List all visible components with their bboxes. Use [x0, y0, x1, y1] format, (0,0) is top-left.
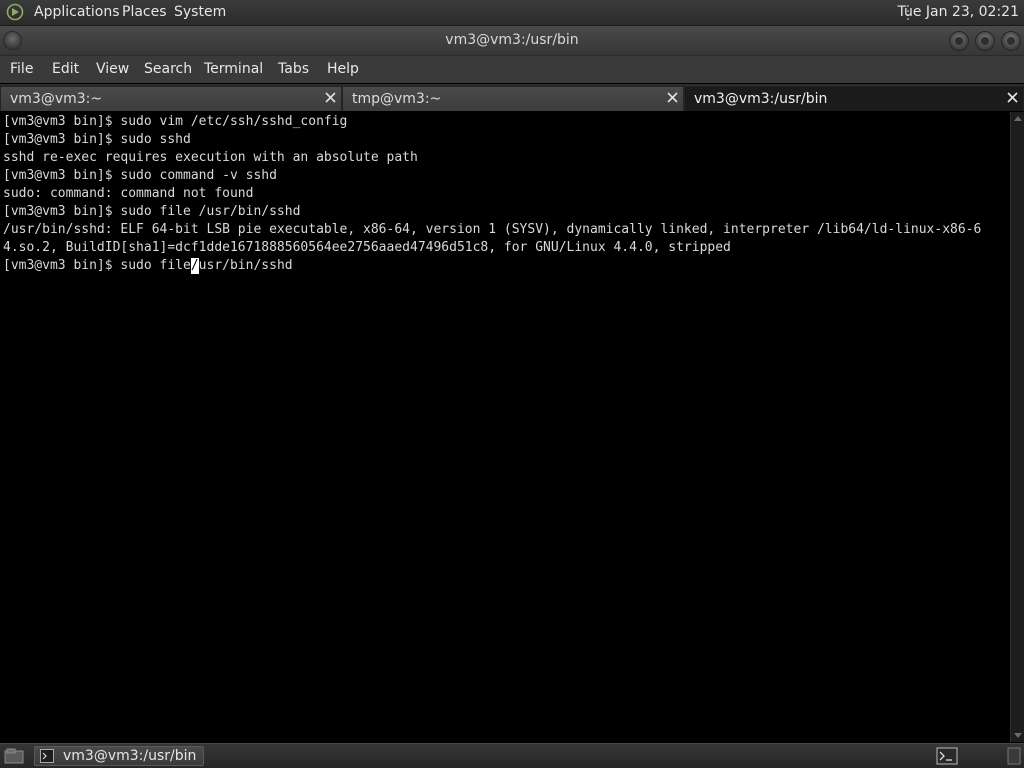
distro-logo-icon[interactable]: [6, 3, 26, 21]
terminal-output[interactable]: [vm3@vm3 bin]$ sudo vim /etc/ssh/sshd_co…: [0, 112, 1010, 742]
desktop-screen: Applications Places System Tue Jan 23, 0…: [0, 0, 1024, 768]
applications-menu[interactable]: Applications: [34, 4, 120, 21]
current-command-line: [vm3@vm3 bin]$ sudo file/usr/bin/sshd: [3, 257, 293, 275]
current-command-rest: usr/bin/sshd: [198, 258, 293, 273]
show-desktop-icon[interactable]: [4, 748, 24, 764]
window-title: vm3@vm3:/usr/bin: [445, 32, 579, 48]
taskbar-window-label: vm3@vm3:/usr/bin: [63, 748, 197, 764]
menu-edit[interactable]: Edit: [52, 61, 79, 78]
close-window-icon[interactable]: [1001, 31, 1021, 51]
bottom-panel: vm3@vm3:/usr/bin: [0, 743, 1024, 768]
terminal-line: sshd re-exec requires execution with an …: [3, 150, 418, 165]
terminal-line: [vm3@vm3 bin]$ sudo sshd: [3, 132, 191, 147]
tab-label: vm3@vm3:~: [10, 91, 103, 107]
menu-tabs[interactable]: Tabs: [278, 61, 309, 78]
tab-vm3-home[interactable]: vm3@vm3:~: [0, 86, 342, 111]
tab-tmp-home[interactable]: tmp@vm3:~: [342, 86, 684, 111]
close-icon[interactable]: [666, 91, 679, 104]
menu-terminal[interactable]: Terminal: [204, 61, 263, 78]
menu-file[interactable]: File: [10, 61, 33, 78]
taskbar-window-button[interactable]: vm3@vm3:/usr/bin: [34, 746, 204, 766]
tab-label: tmp@vm3:~: [352, 91, 442, 107]
window-titlebar[interactable]: vm3@vm3:/usr/bin: [0, 26, 1024, 56]
terminal-launcher-icon[interactable]: [936, 747, 958, 765]
terminal-line: sudo: command: command not found: [3, 186, 254, 201]
menu-search[interactable]: Search: [144, 61, 192, 78]
terminal-line: [vm3@vm3 bin]$ sudo vim /etc/ssh/sshd_co…: [3, 114, 348, 129]
current-command-text: [vm3@vm3 bin]$ sudo file: [3, 258, 191, 273]
workspace-switcher-icon[interactable]: [1007, 747, 1021, 765]
tab-bar: vm3@vm3:~ tmp@vm3:~ vm3@vm3:/usr/bin: [0, 84, 1024, 111]
tab-usr-bin[interactable]: vm3@vm3:/usr/bin: [684, 86, 1024, 111]
terminal-line: [vm3@vm3 bin]$ sudo file /usr/bin/sshd: [3, 204, 301, 219]
system-menu[interactable]: System: [174, 4, 226, 21]
terminal-line: 4.so.2, BuildID[sha1]=dcf1dde16718885605…: [3, 240, 731, 255]
scroll-down-icon[interactable]: [1014, 733, 1022, 738]
close-icon[interactable]: [1006, 91, 1019, 104]
terminal-icon: [40, 749, 54, 763]
places-menu[interactable]: Places: [122, 4, 167, 21]
menu-help[interactable]: Help: [327, 61, 359, 78]
tab-label: vm3@vm3:/usr/bin: [694, 91, 828, 107]
terminal-line: /usr/bin/sshd: ELF 64-bit LSB pie execut…: [3, 222, 982, 237]
terminal-scrollbar[interactable]: [1010, 112, 1024, 742]
maximize-icon[interactable]: [975, 31, 995, 51]
minimize-icon[interactable]: [949, 31, 969, 51]
terminal-line: [vm3@vm3 bin]$ sudo command -v sshd: [3, 168, 277, 183]
clock[interactable]: Tue Jan 23, 02:21: [898, 4, 1019, 21]
menu-view[interactable]: View: [96, 61, 129, 78]
terminal-menubar: File Edit View Search Terminal Tabs Help: [0, 56, 1024, 83]
top-panel: Applications Places System Tue Jan 23, 0…: [0, 0, 1024, 26]
text-cursor: /: [190, 258, 199, 274]
close-icon[interactable]: [324, 91, 337, 104]
scroll-up-icon[interactable]: [1014, 116, 1022, 121]
